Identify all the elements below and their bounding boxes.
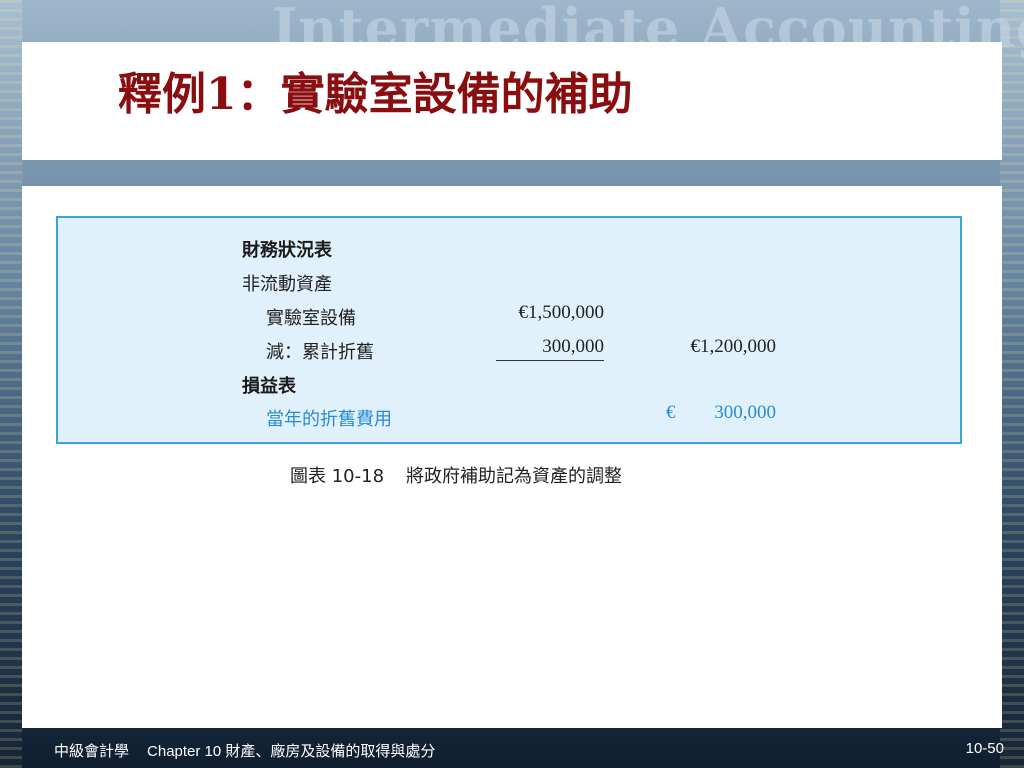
equipment-amount: €1,500,000: [518, 302, 605, 323]
depreciation-expense-label: 當年的折舊費用: [266, 409, 392, 430]
accumulated-depreciation-amount: 300,000: [496, 336, 604, 361]
footer-page-number: 10-50: [965, 740, 1004, 757]
exhibit-box: [56, 216, 962, 444]
equipment-label: 實驗室設備: [266, 308, 356, 329]
exhibit-caption-text: 將政府補助記為資產的調整: [406, 466, 623, 487]
exhibit-caption: 圖表 10-18 將政府補助記為資產的調整: [290, 462, 622, 488]
footer-chapter: Chapter 10 財產、廠房及設備的取得與處分: [147, 743, 436, 760]
background-right-strip: [1000, 0, 1024, 768]
income-statement-header: 損益表: [242, 376, 296, 397]
statement-of-financial-position-header: 財務狀況表: [242, 240, 332, 261]
depreciation-expense-amount: 300,000: [714, 402, 776, 423]
accumulated-depreciation-label: 減：累計折舊: [266, 342, 374, 363]
expense-currency: €: [666, 402, 676, 423]
net-equipment-amount: €1,200,000: [690, 336, 777, 357]
footer-course-info: 中級會計學 Chapter 10 財產、廠房及設備的取得與處分: [54, 740, 435, 761]
noncurrent-assets-header: 非流動資產: [242, 274, 332, 295]
footer-course: 中級會計學: [54, 743, 130, 760]
slide-title: 釋例1：實驗室設備的補助: [118, 69, 633, 120]
background-left-strip: [0, 0, 22, 768]
slide-footer: 中級會計學 Chapter 10 財產、廠房及設備的取得與處分 10-50: [0, 736, 1024, 764]
exhibit-caption-number: 圖表 10-18: [290, 466, 385, 487]
